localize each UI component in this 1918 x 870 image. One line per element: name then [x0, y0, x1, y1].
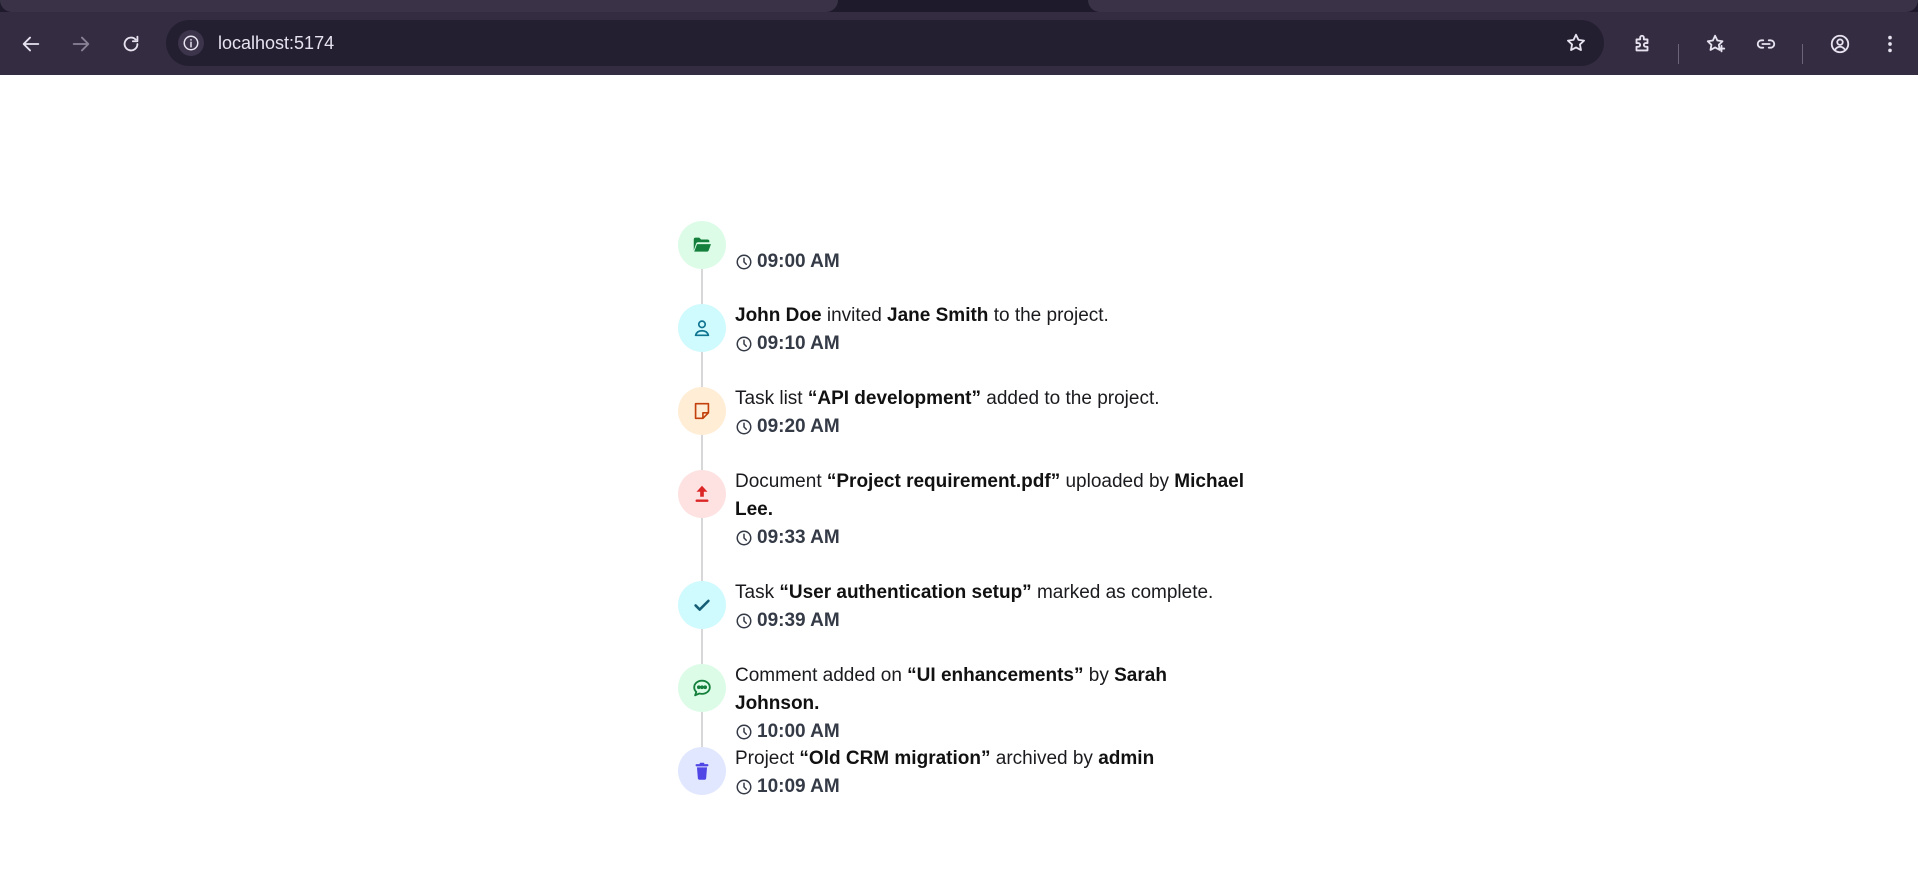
timeline-time: 09:10 AM [735, 330, 1245, 358]
browser-tab[interactable] [1088, 0, 1918, 12]
clock-icon [736, 254, 752, 270]
extensions-icon[interactable] [1628, 30, 1656, 58]
check-icon [678, 581, 726, 629]
timeline-time: 09:33 AM [735, 524, 1245, 552]
toolbar-divider [1678, 44, 1679, 64]
reload-icon[interactable] [117, 30, 145, 58]
browser-toolbar: localhost:5174 [0, 12, 1918, 75]
user-icon [678, 304, 726, 352]
timeline-time-text: 09:10 AM [757, 333, 840, 354]
timeline-time: 09:20 AM [735, 413, 1245, 441]
timeline-text: Task “User authentication setup” marked … [735, 582, 1214, 603]
browser-tab[interactable] [0, 0, 838, 12]
menu-icon[interactable] [1876, 30, 1904, 58]
clock-icon [736, 724, 752, 740]
clock-icon [736, 336, 752, 352]
forward-icon[interactable] [67, 30, 95, 58]
toolbar-divider [1802, 44, 1803, 64]
sticky-note-icon [678, 387, 726, 435]
clock-icon [736, 530, 752, 546]
timeline-text: Document “Project requirement.pdf” uploa… [735, 471, 1244, 520]
profile-icon[interactable] [1826, 30, 1854, 58]
timeline-time-text: 09:39 AM [757, 610, 840, 631]
timeline-time: 09:39 AM [735, 607, 1245, 635]
timeline-text: John Doe invited Jane Smith to the proje… [735, 305, 1109, 326]
address-bar[interactable]: localhost:5174 [166, 20, 1604, 66]
timeline-time-text: 10:09 AM [757, 776, 840, 797]
timeline-text: Task list “API development” added to the… [735, 388, 1160, 409]
timeline-time: 10:00 AM [735, 718, 1245, 746]
clock-icon [736, 419, 752, 435]
comment-icon [678, 664, 726, 712]
timeline-text: Project “Old CRM migration” archived by … [735, 748, 1155, 769]
upload-icon [678, 470, 726, 518]
timeline-time-text: 10:00 AM [757, 721, 840, 742]
link-icon[interactable] [1752, 30, 1780, 58]
timeline-time-text: 09:00 AM [757, 251, 840, 272]
timeline-time: 09:00 AM [735, 248, 1245, 276]
tab-strip [0, 0, 1918, 12]
clock-icon [736, 613, 752, 629]
bookmark-star-icon[interactable] [1564, 31, 1588, 55]
timeline-time: 10:09 AM [735, 773, 1245, 801]
timeline-text: Comment added on “UI enhancements” by Sa… [735, 665, 1167, 714]
timeline-time-text: 09:33 AM [757, 527, 840, 548]
trash-icon [678, 747, 726, 795]
address-url[interactable]: localhost:5174 [218, 20, 334, 66]
clock-icon [736, 779, 752, 795]
timeline-time-text: 09:20 AM [757, 416, 840, 437]
back-icon[interactable] [17, 30, 45, 58]
favorites-icon[interactable] [1702, 30, 1730, 58]
folder-open-icon [678, 221, 726, 269]
site-info-icon[interactable] [178, 30, 204, 56]
